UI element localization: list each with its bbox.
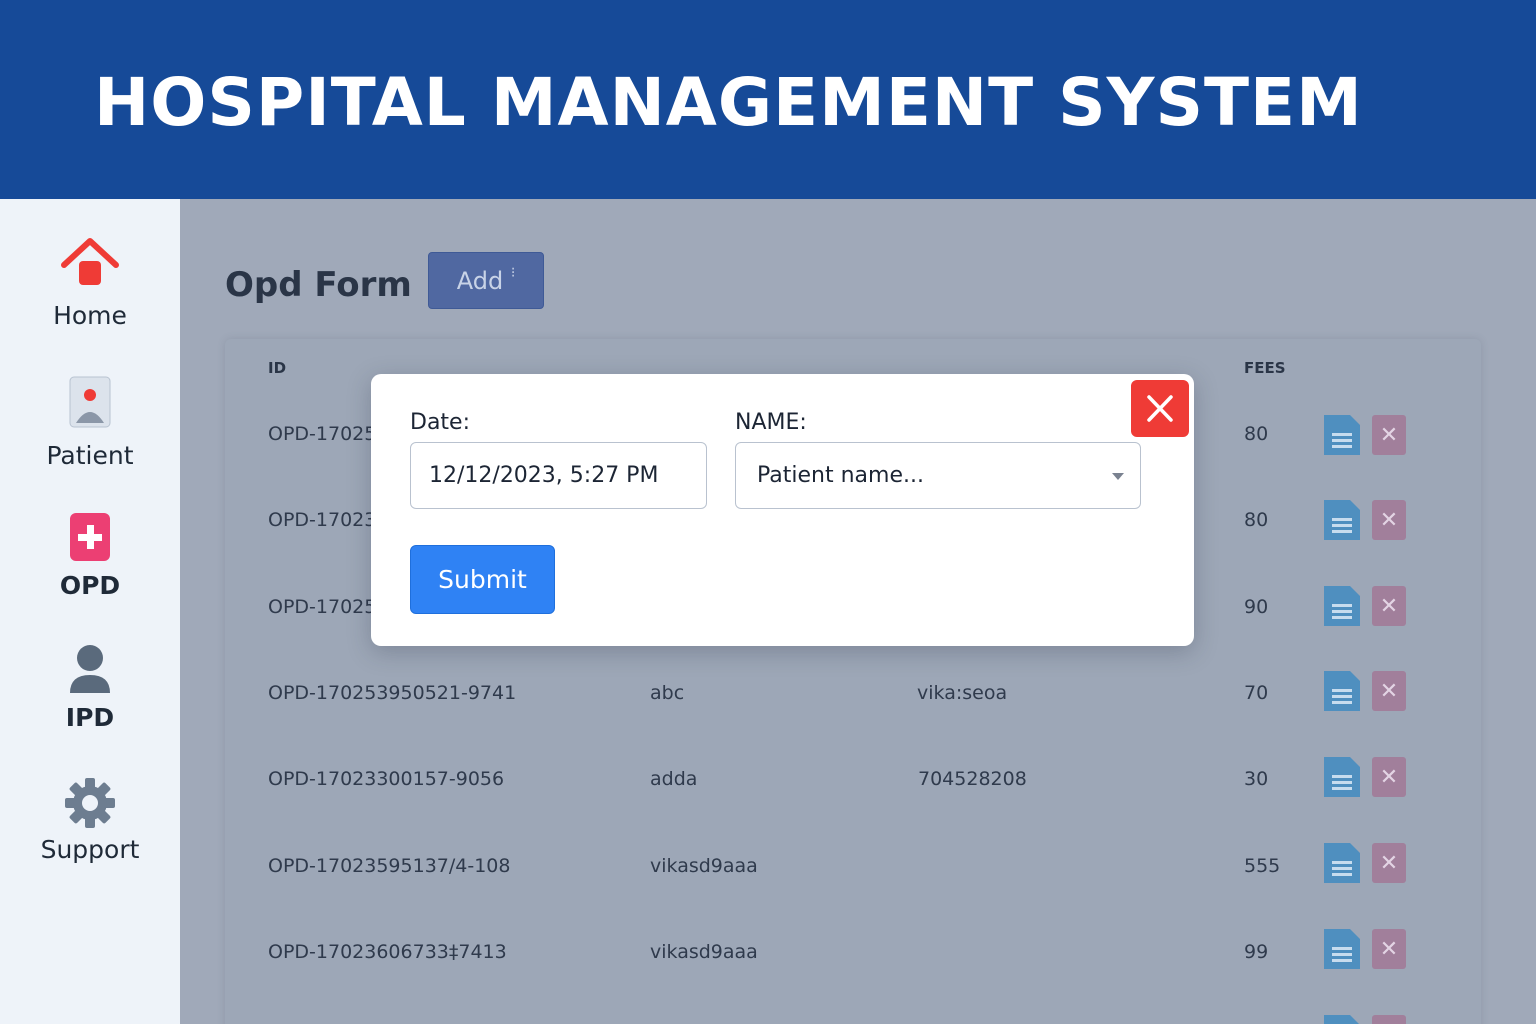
document-icon[interactable] <box>1322 669 1362 713</box>
delete-button[interactable]: ✕ <box>1372 929 1406 969</box>
chevron-down-icon <box>1112 473 1124 480</box>
opd-form-modal: Date: NAME: Patient name... Submit <box>371 374 1194 646</box>
sidebar-item-ipd[interactable]: IPD <box>0 643 180 753</box>
sidebar-item-label: IPD <box>65 703 115 732</box>
column-header-fees: FEES <box>1244 359 1286 377</box>
sidebar: Home Patient OPD IPD Support <box>0 199 180 1024</box>
close-icon <box>1147 395 1173 422</box>
sidebar-item-home[interactable]: Home <box>0 235 180 345</box>
close-icon: ✕ <box>1379 764 1399 789</box>
sidebar-item-label: Patient <box>46 441 134 470</box>
row-name: vikasd9aaa <box>650 941 758 963</box>
app-header: HOSPITAL MANAGEMENT SYSTEM <box>0 0 1536 199</box>
row-id: OPD-17023606733‡7413 <box>268 941 507 963</box>
row-fees: 80 <box>1244 509 1269 531</box>
patient-name-placeholder: Patient name... <box>757 463 924 488</box>
date-input[interactable] <box>410 442 707 509</box>
document-icon[interactable] <box>1322 841 1362 885</box>
close-icon: ✕ <box>1379 422 1399 447</box>
row-name: abc <box>650 682 685 704</box>
sidebar-item-opd[interactable]: OPD <box>0 511 180 621</box>
sidebar-item-label: Support <box>40 835 140 864</box>
row-id: OPD-17023300157-9056 <box>268 768 505 790</box>
sidebar-item-label: OPD <box>59 571 121 600</box>
document-icon[interactable] <box>1322 927 1362 971</box>
row-fees: 30 <box>1244 768 1269 790</box>
row-name: adda <box>650 768 698 790</box>
close-icon: ✕ <box>1379 850 1399 875</box>
home-icon <box>61 238 119 285</box>
submit-button[interactable]: Submit <box>410 545 555 614</box>
delete-button[interactable]: ✕ <box>1372 843 1406 883</box>
column-header-id: ID <box>268 359 287 377</box>
add-button[interactable]: Add ⁝ <box>428 252 544 309</box>
document-icon[interactable] <box>1322 1013 1362 1024</box>
delete-button[interactable]: ✕ <box>1372 586 1406 626</box>
row-name: vikasd9aaa <box>650 855 758 877</box>
row-fees: 99 <box>1244 941 1269 963</box>
row-id: OPD-17023595137/4-108 <box>268 855 511 877</box>
page-title: Opd Form <box>225 265 412 305</box>
patient-name-select[interactable]: Patient name... <box>735 442 1141 509</box>
sidebar-item-patient[interactable]: Patient <box>0 375 180 485</box>
close-icon: ✕ <box>1379 507 1399 532</box>
close-button[interactable] <box>1131 380 1189 437</box>
add-button-label: Add <box>456 267 504 295</box>
delete-button[interactable]: ✕ <box>1372 500 1406 540</box>
document-icon[interactable] <box>1322 413 1362 457</box>
delete-button[interactable] <box>1372 1015 1406 1024</box>
row-fees: 555 <box>1244 855 1281 877</box>
date-label: Date: <box>410 410 470 435</box>
delete-button[interactable]: ✕ <box>1372 757 1406 797</box>
row-contact: 704528208 <box>918 768 1027 790</box>
row-fees: 90 <box>1244 596 1269 618</box>
document-icon[interactable] <box>1322 584 1362 628</box>
plus-icon <box>70 513 110 561</box>
delete-button[interactable]: ✕ <box>1372 415 1406 455</box>
row-id: OPD-170253950521-9741 <box>268 682 517 704</box>
gear-icon <box>65 778 115 828</box>
add-button-suffix: ⁝ <box>510 265 516 281</box>
patient-icon <box>69 376 111 428</box>
name-label: NAME: <box>735 410 807 435</box>
document-icon[interactable] <box>1322 498 1362 542</box>
user-icon <box>70 645 110 693</box>
sidebar-item-support[interactable]: Support <box>0 777 180 887</box>
app-title: HOSPITAL MANAGEMENT SYSTEM <box>94 64 1363 141</box>
delete-button[interactable]: ✕ <box>1372 671 1406 711</box>
sidebar-item-label: Home <box>53 301 127 330</box>
close-icon: ✕ <box>1379 593 1399 618</box>
row-fees: 80 <box>1244 423 1269 445</box>
close-icon: ✕ <box>1379 678 1399 703</box>
row-contact: vika:seoa <box>917 682 1008 704</box>
document-icon[interactable] <box>1322 755 1362 799</box>
row-fees: 70 <box>1244 682 1269 704</box>
close-icon: ✕ <box>1379 936 1399 961</box>
